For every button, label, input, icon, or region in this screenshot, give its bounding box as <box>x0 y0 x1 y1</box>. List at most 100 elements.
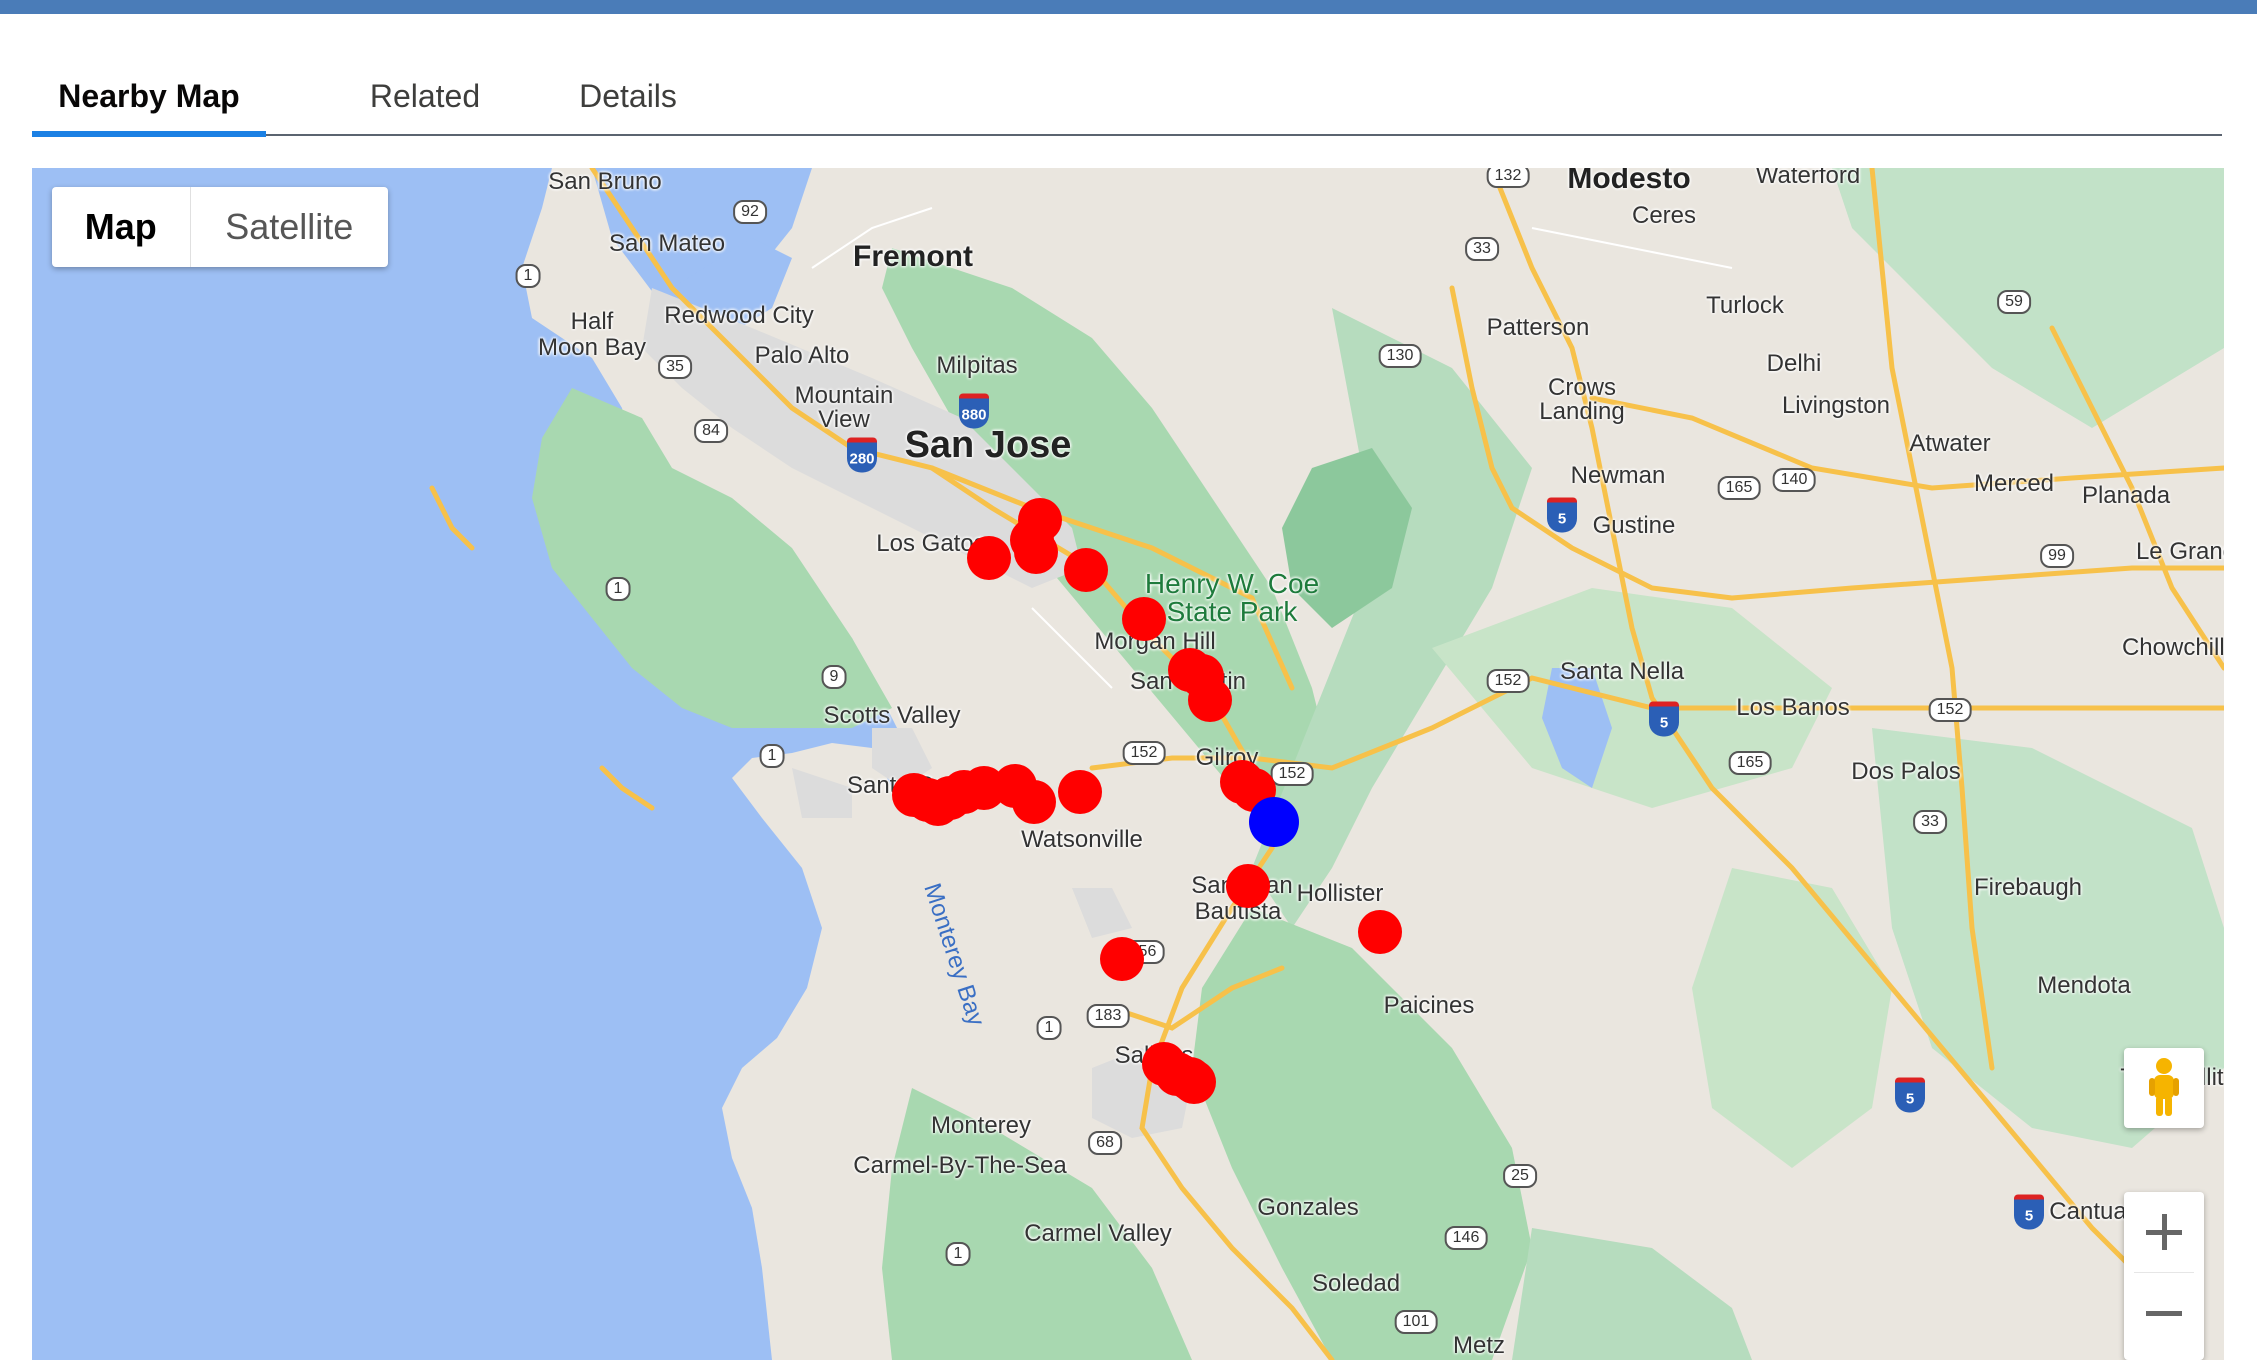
interstate-shield: 880 <box>959 393 989 429</box>
street-view-button[interactable] <box>2124 1048 2204 1128</box>
map-type-satellite-button[interactable]: Satellite <box>191 187 388 267</box>
current-location-marker[interactable] <box>1249 797 1299 847</box>
label-henry-coe-2: State Park <box>1166 596 1298 627</box>
tab-details[interactable]: Details <box>528 64 728 132</box>
highway-shield: 1 <box>759 744 785 768</box>
label-henry-coe-1: Henry W. Coe <box>1144 568 1320 599</box>
nearby-marker[interactable] <box>1012 780 1056 824</box>
label-waterford: Waterford <box>1755 168 1861 189</box>
highway-shield: 35 <box>658 355 692 379</box>
highway-shield: 140 <box>1772 468 1816 492</box>
highway-shield: 165 <box>1717 476 1761 500</box>
highway-shield: 1 <box>605 577 631 601</box>
label-palo-alto: Palo Alto <box>754 342 850 369</box>
tab-related[interactable]: Related <box>322 64 528 132</box>
zoom-out-button[interactable] <box>2124 1273 2204 1353</box>
nearby-marker[interactable] <box>1014 530 1058 574</box>
label-fremont: Fremont <box>853 240 973 273</box>
label-chowchilla: Chowchilla <box>2121 634 2224 661</box>
label-carmel-valley: Carmel Valley <box>1024 1220 1172 1247</box>
nearby-marker[interactable] <box>1172 1060 1216 1104</box>
nearby-marker[interactable] <box>1064 548 1108 592</box>
highway-shield: 1 <box>515 264 541 288</box>
label-gonzales: Gonzales <box>1257 1194 1359 1221</box>
highway-shield: 132 <box>1486 168 1530 188</box>
label-gustine: Gustine <box>1592 512 1676 539</box>
label-merced: Merced <box>1973 470 2055 497</box>
label-turlock: Turlock <box>1706 292 1784 319</box>
label-le-grand: Le Grand <box>2135 538 2224 565</box>
label-planada: Planada <box>2081 482 2171 509</box>
label-crows-landing-2: Landing <box>1539 398 1625 425</box>
label-half-moon-bay-1: Half <box>570 308 614 335</box>
label-san-mateo: San Mateo <box>608 230 726 257</box>
highway-shield: 130 <box>1378 344 1422 368</box>
nearby-marker[interactable] <box>1188 678 1232 722</box>
zoom-control <box>2124 1192 2204 1360</box>
label-cantua: Cantua <box>2049 1198 2127 1225</box>
nearby-marker[interactable] <box>1122 597 1166 641</box>
label-firebaugh: Firebaugh <box>1973 874 2083 901</box>
label-hollister: Hollister <box>1296 880 1384 907</box>
highway-shield: 152 <box>1486 669 1530 693</box>
nearby-map[interactable]: San Bruno San Mateo Fremont Half Moon Ba… <box>32 168 2224 1360</box>
highway-shield: 33 <box>1913 810 1947 834</box>
map-type-control: Map Satellite <box>52 187 388 267</box>
label-atwater: Atwater <box>1909 430 1991 457</box>
label-metz: Metz <box>1452 1332 1506 1359</box>
label-soledad: Soledad <box>1311 1270 1401 1297</box>
highway-shield: 92 <box>733 200 767 224</box>
highway-shield: 33 <box>1465 237 1499 261</box>
label-mendota: Mendota <box>2037 972 2131 999</box>
interstate-shield: 280 <box>847 437 877 473</box>
highway-shield: 152 <box>1928 698 1972 722</box>
highway-shield: 165 <box>1728 751 1772 775</box>
map-type-map-button[interactable]: Map <box>52 187 191 267</box>
label-watsonville: Watsonville <box>1021 826 1143 853</box>
tab-nearby-map[interactable]: Nearby Map <box>32 64 266 137</box>
label-san-jose: San Jose <box>904 424 1072 466</box>
highway-shield: 9 <box>821 665 847 689</box>
pegman-icon <box>2149 1058 2179 1116</box>
highway-shield: 99 <box>2040 544 2074 568</box>
highway-shield: 146 <box>1444 1226 1488 1250</box>
highway-shield: 1 <box>1036 1016 1062 1040</box>
label-carmel: Carmel-By-The-Sea <box>853 1152 1067 1179</box>
nearby-marker[interactable] <box>967 536 1011 580</box>
top-header-strip <box>0 0 2257 14</box>
highway-shield: 152 <box>1270 762 1314 786</box>
highway-shield: 101 <box>1394 1310 1438 1334</box>
highway-shield: 68 <box>1088 1131 1122 1155</box>
label-paicines: Paicines <box>1383 992 1475 1019</box>
label-newman: Newman <box>1570 462 1666 489</box>
nearby-marker[interactable] <box>1358 910 1402 954</box>
zoom-in-button[interactable] <box>2124 1192 2204 1272</box>
label-patterson: Patterson <box>1486 314 1590 341</box>
label-livingston: Livingston <box>1781 392 1891 419</box>
label-scotts-valley: Scotts Valley <box>823 702 961 729</box>
label-los-banos: Los Banos <box>1736 694 1850 721</box>
nearby-marker[interactable] <box>1058 770 1102 814</box>
label-redwood-city: Redwood City <box>664 302 814 329</box>
label-santa-nella: Santa Nella <box>1559 658 1685 685</box>
highway-shield: 25 <box>1503 1164 1537 1188</box>
interstate-shield: 5 <box>1895 1077 1925 1113</box>
label-mountain-view-2: View <box>818 406 870 433</box>
interstate-shield: 5 <box>2014 1194 2044 1230</box>
highway-shield: 1 <box>945 1242 971 1266</box>
highway-shield: 183 <box>1086 1004 1130 1028</box>
label-ceres: Ceres <box>1631 202 1697 229</box>
interstate-shield: 5 <box>1547 497 1577 533</box>
label-modesto: Modesto <box>1567 168 1691 195</box>
interstate-shield: 5 <box>1649 701 1679 737</box>
nearby-marker[interactable] <box>1226 864 1270 908</box>
label-san-bruno: San Bruno <box>548 168 662 195</box>
tab-bar: Nearby Map Related Details <box>32 64 2222 137</box>
label-delhi: Delhi <box>1766 350 1822 377</box>
nearby-marker[interactable] <box>1100 937 1144 981</box>
label-milpitas: Milpitas <box>936 352 1018 379</box>
label-dos-palos: Dos Palos <box>1851 758 1961 785</box>
highway-shield: 84 <box>694 419 728 443</box>
highway-shield: 59 <box>1997 290 2031 314</box>
label-monterey: Monterey <box>930 1112 1032 1139</box>
